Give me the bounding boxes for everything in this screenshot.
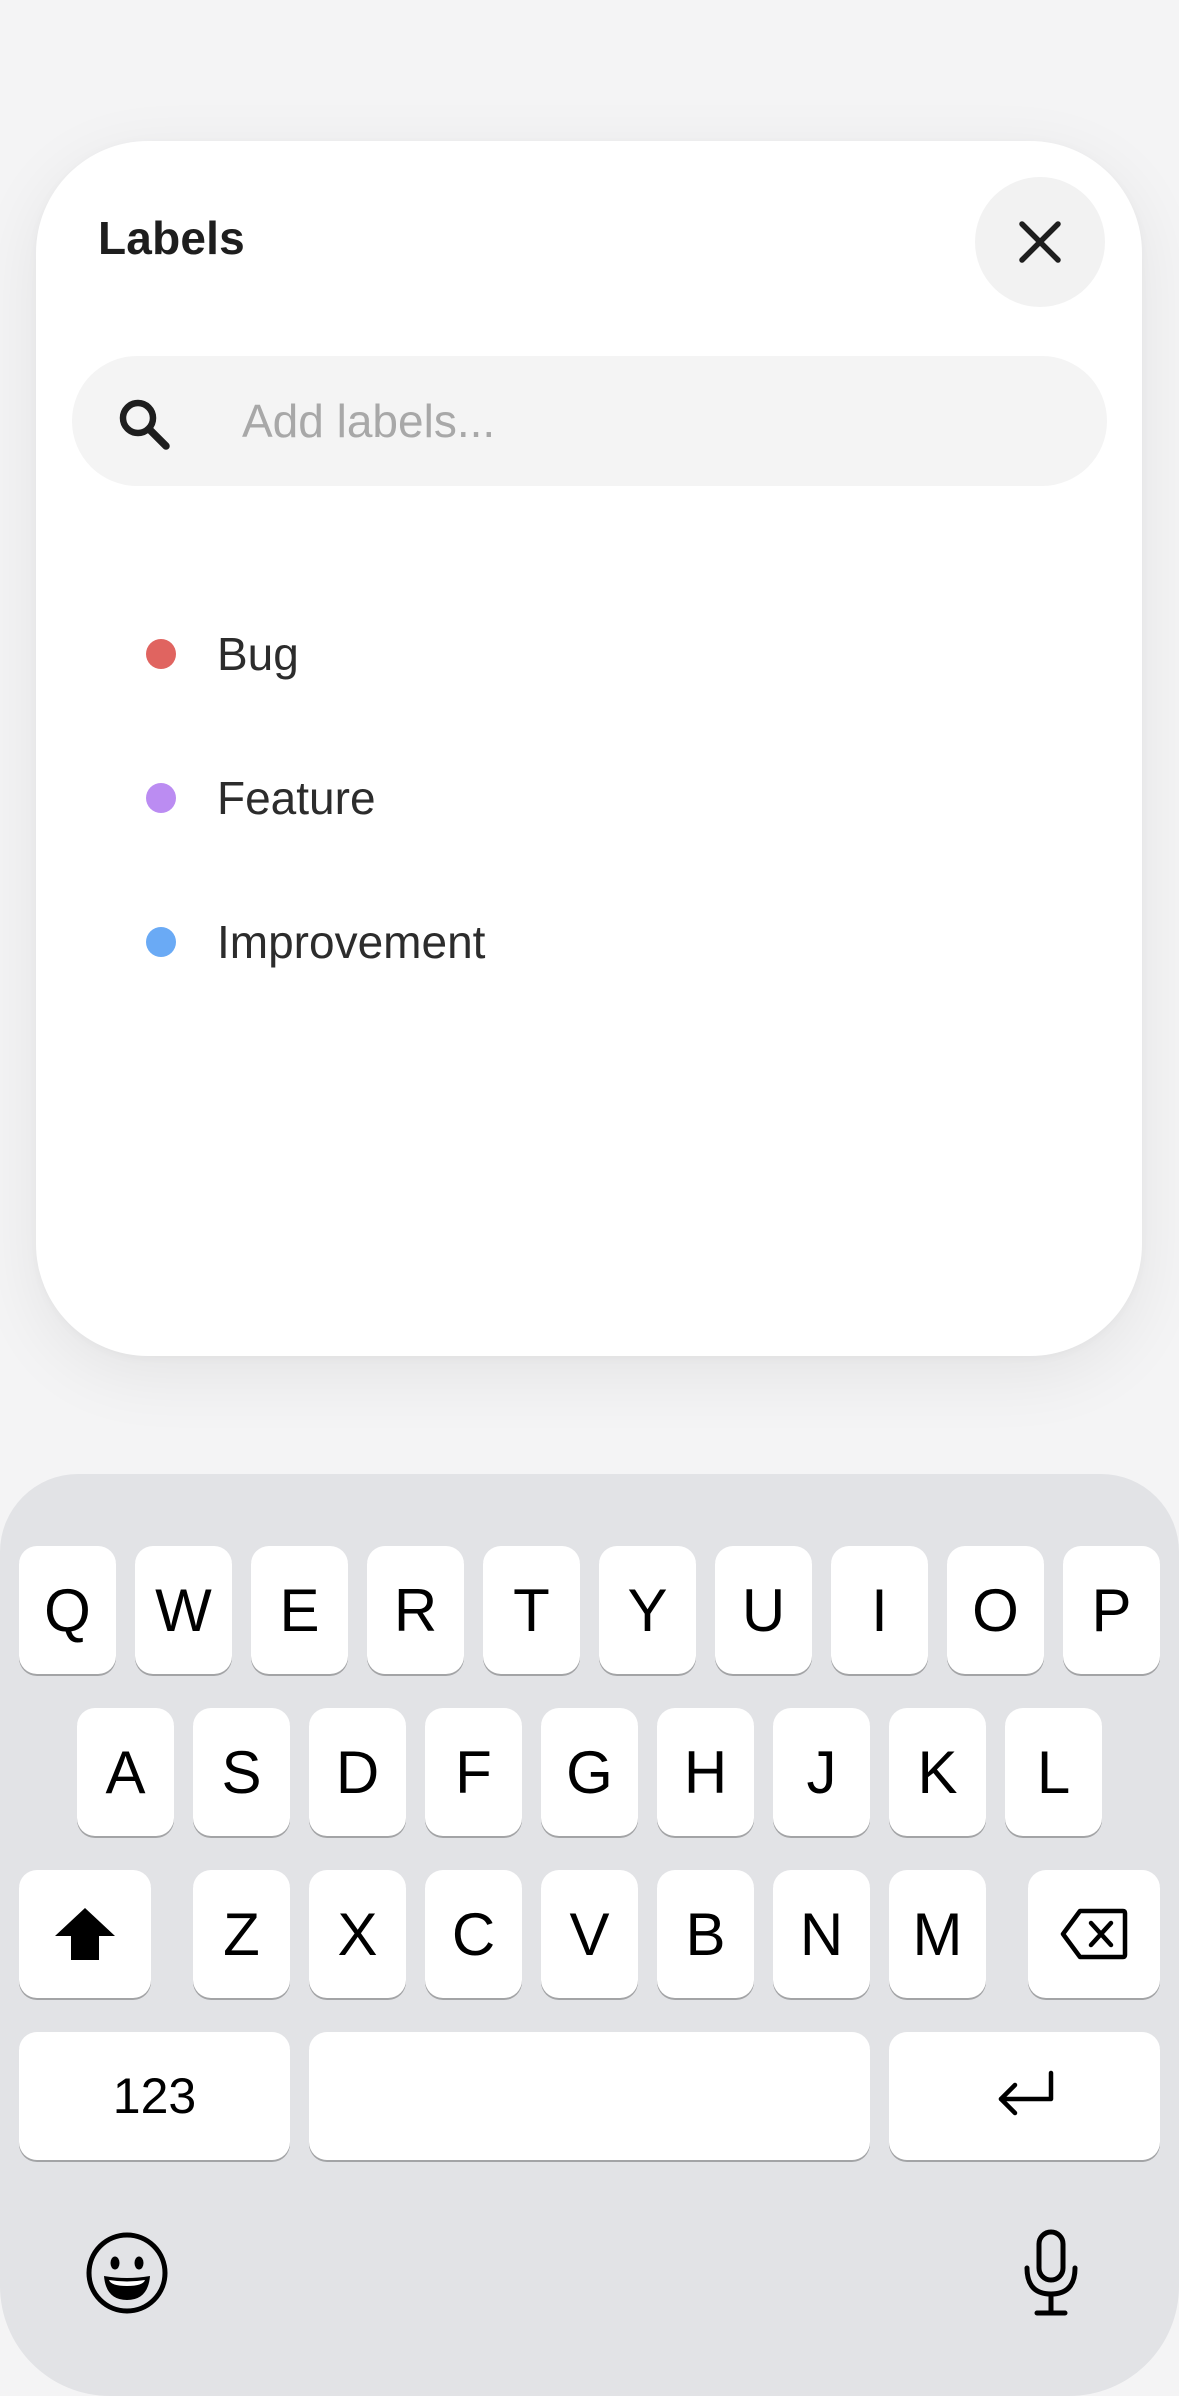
label-color-dot xyxy=(146,927,176,957)
microphone-icon xyxy=(1024,2229,1078,2316)
key-a[interactable]: A xyxy=(77,1708,174,1836)
key-b[interactable]: B xyxy=(657,1870,754,1998)
key-o[interactable]: O xyxy=(947,1546,1044,1674)
emoji-icon xyxy=(86,2232,168,2314)
numbers-key[interactable]: 123 xyxy=(19,2032,290,2160)
key-x[interactable]: X xyxy=(309,1870,406,1998)
key-p[interactable]: P xyxy=(1063,1546,1160,1674)
shift-icon xyxy=(55,1908,115,1960)
key-m[interactable]: M xyxy=(889,1870,986,1998)
search-field[interactable] xyxy=(72,356,1107,486)
key-j[interactable]: J xyxy=(773,1708,870,1836)
key-w[interactable]: W xyxy=(135,1546,232,1674)
key-i[interactable]: I xyxy=(831,1546,928,1674)
key-f[interactable]: F xyxy=(425,1708,522,1836)
delete-icon xyxy=(1060,1908,1128,1960)
return-key[interactable] xyxy=(889,2032,1160,2160)
key-z[interactable]: Z xyxy=(193,1870,290,1998)
emoji-button[interactable] xyxy=(82,2228,172,2318)
key-n[interactable]: N xyxy=(773,1870,870,1998)
key-e[interactable]: E xyxy=(251,1546,348,1674)
search-input[interactable] xyxy=(242,356,1082,486)
space-key[interactable] xyxy=(309,2032,870,2160)
screen: Labels Bug Feature xyxy=(0,0,1179,2396)
return-icon xyxy=(998,2070,1053,2116)
label-name: Bug xyxy=(217,628,299,680)
labels-sheet: Labels Bug Feature xyxy=(36,141,1142,1356)
key-t[interactable]: T xyxy=(483,1546,580,1674)
label-item-improvement[interactable]: Improvement xyxy=(72,882,1107,1002)
label-item-bug[interactable]: Bug xyxy=(72,594,1107,714)
sheet-title: Labels xyxy=(98,212,245,264)
key-u[interactable]: U xyxy=(715,1546,812,1674)
label-name: Improvement xyxy=(217,916,486,968)
key-y[interactable]: Y xyxy=(599,1546,696,1674)
microphone-button[interactable] xyxy=(1006,2226,1096,2320)
label-item-feature[interactable]: Feature xyxy=(72,738,1107,858)
keyboard: Q W E R T Y U I O P A S D F G H J K L Z … xyxy=(0,1474,1179,2396)
close-button[interactable] xyxy=(975,177,1105,307)
label-name: Feature xyxy=(217,772,376,824)
key-g[interactable]: G xyxy=(541,1708,638,1836)
key-r[interactable]: R xyxy=(367,1546,464,1674)
key-v[interactable]: V xyxy=(541,1870,638,1998)
close-icon xyxy=(1019,221,1061,263)
label-color-dot xyxy=(146,639,176,669)
key-d[interactable]: D xyxy=(309,1708,406,1836)
search-icon xyxy=(114,394,174,454)
key-l[interactable]: L xyxy=(1005,1708,1102,1836)
delete-key[interactable] xyxy=(1028,1870,1160,1998)
shift-key[interactable] xyxy=(19,1870,151,1998)
key-c[interactable]: C xyxy=(425,1870,522,1998)
key-h[interactable]: H xyxy=(657,1708,754,1836)
key-q[interactable]: Q xyxy=(19,1546,116,1674)
label-color-dot xyxy=(146,783,176,813)
key-k[interactable]: K xyxy=(889,1708,986,1836)
key-s[interactable]: S xyxy=(193,1708,290,1836)
